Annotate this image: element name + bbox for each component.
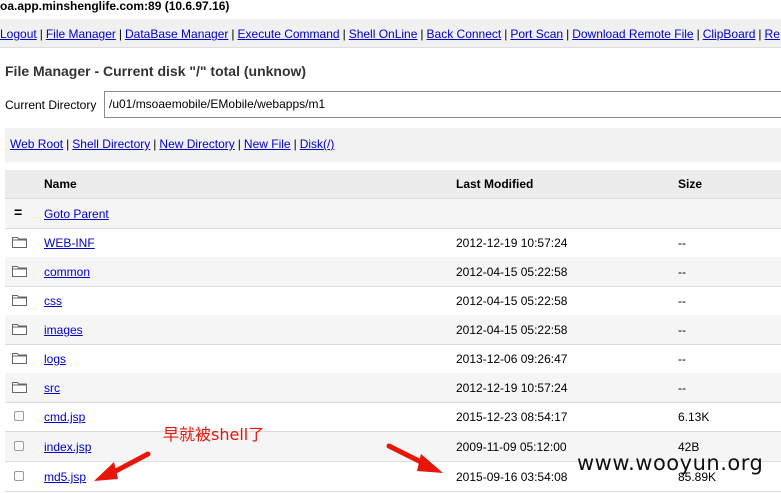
red-arrow-icon [386, 443, 443, 473]
file-modified: 2013-12-06 09:26:47 [456, 352, 568, 366]
file-name-link[interactable]: src [44, 381, 60, 395]
web-root-link[interactable]: Web Root [10, 137, 63, 151]
column-header-last-modified: Last Modified [456, 177, 534, 191]
shell-directory-link[interactable]: Shell Directory [72, 137, 150, 151]
file-name-link[interactable]: cmd.jsp [44, 410, 85, 424]
column-header-size: Size [678, 177, 703, 191]
table-row: cmd.jsp 2015-12-23 08:54:17 6.13K [5, 402, 781, 432]
folder-icon [12, 324, 27, 335]
file-size: -- [678, 381, 686, 395]
table-row: common 2012-04-15 05:22:58 -- [5, 257, 781, 287]
file-table-header: Name Last Modified Size [5, 170, 781, 199]
folder-icon [12, 237, 27, 248]
nav-database-manager[interactable]: DataBase Manager [125, 27, 228, 41]
file-modified: 2012-04-15 05:22:58 [456, 294, 568, 308]
file-name-link[interactable]: md5.jsp [44, 470, 86, 484]
folder-icon [12, 266, 27, 277]
nav-separator: | [231, 27, 235, 41]
new-file-link[interactable]: New File [244, 137, 291, 151]
file-modified: 2012-12-19 10:57:24 [456, 236, 568, 250]
nav-download-remote-file[interactable]: Download Remote File [572, 27, 693, 41]
table-row: WEB-INF 2012-12-19 10:57:24 -- [5, 228, 781, 258]
nav-separator: | [504, 27, 508, 41]
current-directory-input[interactable]: /u01/msoaemobile/EMobile/webapps/m1 [104, 91, 781, 118]
disk-root-link[interactable]: Disk(/) [300, 137, 335, 151]
wooyun-watermark: www.wooyun.org [577, 451, 764, 475]
table-row: css 2012-04-15 05:22:58 -- [5, 286, 781, 316]
file-modified: 2015-12-23 08:54:17 [456, 410, 568, 424]
action-separator: | [237, 137, 241, 151]
red-arrow-icon [94, 451, 151, 481]
file-select-checkbox[interactable] [14, 471, 24, 481]
file-name-link[interactable]: common [44, 265, 90, 279]
file-size: -- [678, 294, 686, 308]
folder-icon [12, 295, 27, 306]
action-separator: | [66, 137, 70, 151]
table-row: src 2012-12-19 10:57:24 -- [5, 373, 781, 403]
nav-back-connect[interactable]: Back Connect [427, 27, 502, 41]
nav-logout[interactable]: Logout [0, 27, 37, 41]
file-size: 6.13K [678, 410, 710, 424]
new-directory-link[interactable]: New Directory [159, 137, 234, 151]
file-modified: 2015-09-16 03:54:08 [456, 470, 568, 484]
column-header-name: Name [44, 177, 77, 191]
action-separator: | [293, 137, 297, 151]
file-size: -- [678, 265, 686, 279]
nav-separator: | [566, 27, 570, 41]
nav-separator: | [758, 27, 762, 41]
file-modified: 2012-12-19 10:57:24 [456, 381, 568, 395]
file-select-checkbox[interactable] [14, 441, 24, 451]
nav-file-manager[interactable]: File Manager [46, 27, 116, 41]
nav-truncated-item[interactable]: Re [765, 27, 780, 41]
page-title: File Manager - Current disk "/" total (u… [5, 63, 307, 79]
nav-execute-command[interactable]: Execute Command [238, 27, 340, 41]
nav-separator: | [420, 27, 424, 41]
nav-separator: | [118, 27, 122, 41]
file-size: -- [678, 352, 686, 366]
goto-parent-link[interactable]: Goto Parent [44, 207, 109, 221]
nav-separator: | [342, 27, 346, 41]
file-select-checkbox[interactable] [14, 411, 24, 421]
nav-shell-online[interactable]: Shell OnLine [349, 27, 418, 41]
file-modified: 2012-04-15 05:22:58 [456, 265, 568, 279]
file-size: -- [678, 323, 686, 337]
file-name-link[interactable]: images [44, 323, 83, 337]
file-modified: 2012-04-15 05:22:58 [456, 323, 568, 337]
file-name-link[interactable]: css [44, 294, 62, 308]
current-directory-label: Current Directory [5, 98, 97, 112]
goto-parent-row: = Goto Parent [5, 199, 781, 229]
file-name-link[interactable]: WEB-INF [44, 236, 95, 250]
table-row: logs 2013-12-06 09:26:47 -- [5, 344, 781, 374]
nav-port-scan[interactable]: Port Scan [510, 27, 563, 41]
parent-marker-icon: = [14, 204, 23, 220]
table-row: images 2012-04-15 05:22:58 -- [5, 315, 781, 345]
file-name-link[interactable]: logs [44, 352, 66, 366]
file-name-link[interactable]: index.jsp [44, 440, 91, 454]
nav-separator: | [39, 27, 43, 41]
red-annotation-text: 早就被shell了 [163, 425, 265, 444]
folder-icon [12, 353, 27, 364]
nav-separator: | [696, 27, 700, 41]
folder-icon [12, 382, 27, 393]
directory-action-bar: Web Root | Shell Directory | New Directory | N… [5, 128, 781, 162]
file-size: -- [678, 236, 686, 250]
top-navigation-bar: Logout | File Manager | DataBase Manager | Exe… [0, 19, 781, 48]
window-host-title: oa.app.minshenglife.com:89 (10.6.97.16) [0, 0, 230, 13]
file-modified: 2009-11-09 05:12:00 [456, 440, 567, 454]
nav-clipboard[interactable]: ClipBoard [703, 27, 756, 41]
